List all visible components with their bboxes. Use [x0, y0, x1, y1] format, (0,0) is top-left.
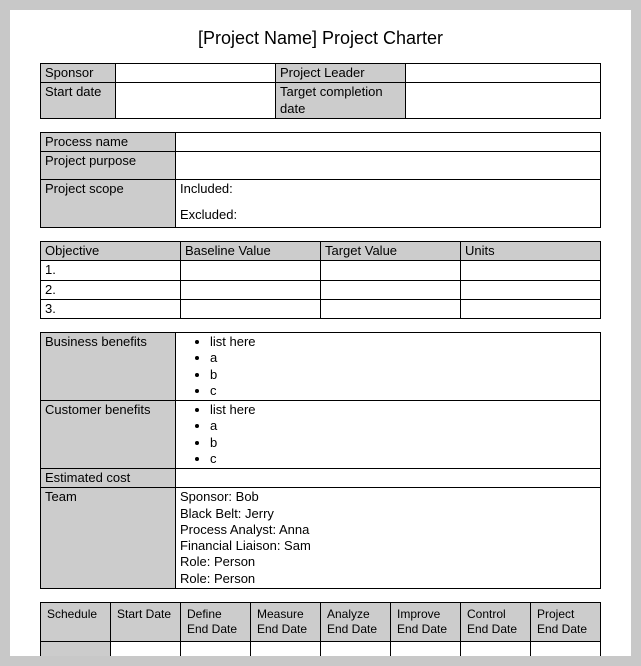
start-date-cell: [116, 83, 276, 119]
project-purpose-label: Project purpose: [41, 152, 176, 180]
list-item: a: [210, 418, 596, 434]
team-line: Black Belt: Jerry: [180, 506, 596, 522]
process-name-cell: [176, 132, 601, 151]
baseline-header: Baseline Value: [181, 242, 321, 261]
team-line: Role: Person: [180, 571, 596, 587]
customer-benefits-cell: list here a b c: [176, 401, 601, 469]
schedule-header: Schedule: [41, 602, 111, 641]
units-header: Units: [461, 242, 601, 261]
schedule-header: Control End Date: [461, 602, 531, 641]
list-item: c: [210, 451, 596, 467]
schedule-header: Improve End Date: [391, 602, 461, 641]
schedule-header: Measure End Date: [251, 602, 321, 641]
table-row: 1.: [41, 261, 601, 280]
project-scope-cell: Included: Excluded:: [176, 180, 601, 228]
process-name-label: Process name: [41, 132, 176, 151]
obj-num: 1.: [41, 261, 181, 280]
team-line: Sponsor: Bob: [180, 489, 596, 505]
page-title: [Project Name] Project Charter: [40, 28, 601, 49]
scope-included-label: Included:: [180, 181, 596, 197]
schedule-header: Define End Date: [181, 602, 251, 641]
start-date-label: Start date: [41, 83, 116, 119]
team-cell: Sponsor: Bob Black Belt: Jerry Process A…: [176, 488, 601, 589]
info-table: Sponsor Project Leader Start date Target…: [40, 63, 601, 119]
table-row: 3.: [41, 299, 601, 318]
list-item: b: [210, 367, 596, 383]
sponsor-label: Sponsor: [41, 64, 116, 83]
benefits-table: Business benefits list here a b c Custom…: [40, 332, 601, 589]
list-item: list here: [210, 334, 596, 350]
schedule-table: Schedule Start Date Define End Date Meas…: [40, 602, 601, 656]
project-scope-label: Project scope: [41, 180, 176, 228]
table-row: 2.: [41, 280, 601, 299]
objective-header: Objective: [41, 242, 181, 261]
team-line: Financial Liaison: Sam: [180, 538, 596, 554]
schedule-header: Project End Date: [531, 602, 601, 641]
customer-benefits-label: Customer benefits: [41, 401, 176, 469]
estimated-cost-label: Estimated cost: [41, 469, 176, 488]
process-table: Process name Project purpose Project sco…: [40, 132, 601, 228]
schedule-row-label: [41, 641, 111, 656]
business-benefits-label: Business benefits: [41, 333, 176, 401]
project-leader-label: Project Leader: [276, 64, 406, 83]
obj-num: 2.: [41, 280, 181, 299]
schedule-header: Analyze End Date: [321, 602, 391, 641]
list-item: list here: [210, 402, 596, 418]
schedule-header: Start Date: [111, 602, 181, 641]
business-benefits-cell: list here a b c: [176, 333, 601, 401]
list-item: b: [210, 435, 596, 451]
team-line: Process Analyst: Anna: [180, 522, 596, 538]
table-row: [41, 641, 601, 656]
project-leader-cell: [406, 64, 601, 83]
team-line: Role: Person: [180, 554, 596, 570]
target-completion-label: Target completion date: [276, 83, 406, 119]
scope-excluded-label: Excluded:: [180, 207, 596, 223]
team-label: Team: [41, 488, 176, 589]
target-header: Target Value: [321, 242, 461, 261]
obj-num: 3.: [41, 299, 181, 318]
target-completion-cell: [406, 83, 601, 119]
objectives-table: Objective Baseline Value Target Value Un…: [40, 241, 601, 319]
list-item: c: [210, 383, 596, 399]
project-purpose-cell: [176, 152, 601, 180]
estimated-cost-cell: [176, 469, 601, 488]
list-item: a: [210, 350, 596, 366]
sponsor-cell: [116, 64, 276, 83]
